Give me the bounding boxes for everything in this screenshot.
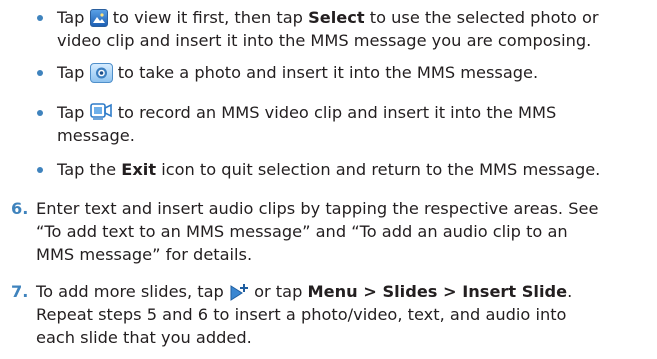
text-run: to take a photo and insert it into the M… — [112, 63, 539, 82]
bullet-dot — [37, 15, 43, 21]
step-6-line-3: MMS message” for details. — [36, 245, 253, 264]
text-run: Tap — [57, 63, 90, 82]
text-run: Tap — [57, 103, 90, 122]
photo-album-icon[interactable] — [89, 9, 108, 27]
bullet-dot — [37, 70, 43, 76]
bullet-1-line-2: video clip and insert it into the MMS me… — [57, 31, 592, 50]
text-run: to record an MMS video clip and insert i… — [112, 103, 557, 122]
text-run: icon to quit selection and return to the… — [156, 160, 601, 179]
text-run: to view it first, then tap — [107, 8, 309, 27]
step-7-line-1: To add more slides, tap or tap Menu > Sl… — [36, 281, 572, 303]
text-run: Tap the — [57, 160, 122, 179]
exit-label: Exit — [121, 160, 157, 179]
text-run: or tap — [248, 282, 308, 301]
text-run: Tap — [57, 8, 90, 27]
bullet-2-line-1: Tap to take a photo and insert it into t… — [57, 62, 538, 84]
step-7-line-3: each slide that you added. — [36, 328, 252, 347]
text-run: To add more slides, tap — [36, 282, 229, 301]
step-number: 6. — [11, 199, 29, 218]
text-run: . — [567, 282, 573, 301]
video-camera-icon[interactable] — [89, 102, 113, 122]
menu-path-label: Menu > Slides > Insert Slide — [307, 282, 568, 301]
bullet-dot — [37, 110, 43, 116]
text-run: to use the selected photo or — [364, 8, 599, 27]
camera-icon[interactable] — [89, 63, 113, 83]
bullet-dot — [37, 167, 43, 173]
step-number: 7. — [11, 282, 29, 301]
bullet-4-line-1: Tap the Exit icon to quit selection and … — [57, 159, 600, 181]
step-7-line-2: Repeat steps 5 and 6 to insert a photo/v… — [36, 305, 567, 324]
bullet-1-line-1: Tap to view it first, then tap Select to… — [57, 7, 599, 29]
bullet-3-line-1: Tap to record an MMS video clip and inse… — [57, 102, 556, 124]
select-label: Select — [308, 8, 365, 27]
bullet-3-line-2: message. — [57, 126, 135, 145]
step-6-line-2: “To add text to an MMS message” and “To … — [36, 222, 568, 241]
insert-slide-icon[interactable] — [229, 283, 249, 301]
step-6-line-1: Enter text and insert audio clips by tap… — [36, 199, 599, 218]
